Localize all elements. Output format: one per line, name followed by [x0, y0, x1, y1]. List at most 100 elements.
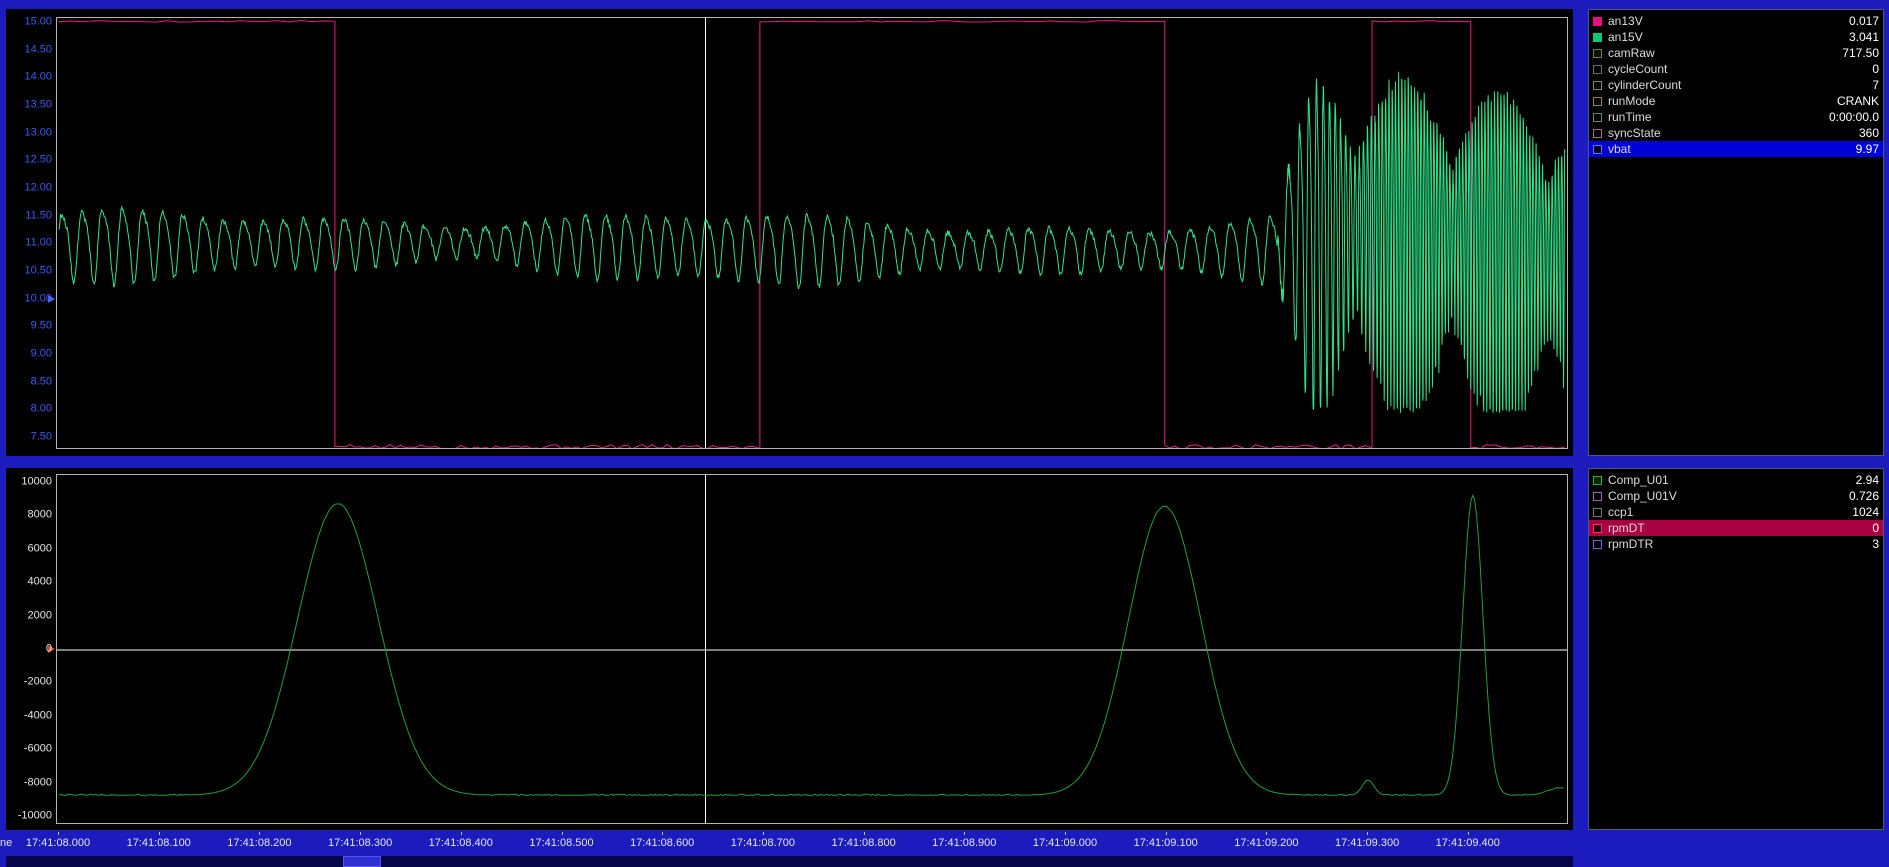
- legend-row-rpmDTR[interactable]: rpmDTR3: [1589, 536, 1883, 552]
- legend-row-an13V[interactable]: an13V0.017: [1589, 13, 1883, 29]
- channel-label: runTime: [1608, 110, 1829, 124]
- horizontal-scrollbar[interactable]: [6, 856, 1573, 867]
- time-axis-label: 17:41:08.400: [429, 837, 493, 849]
- bottom-y-tick-label: 2000: [8, 610, 52, 621]
- top-y-tick-label: 12.50: [8, 155, 52, 166]
- channel-value: CRANK: [1837, 94, 1879, 108]
- channel-value: 9.97: [1856, 142, 1879, 156]
- legend-row-an15V[interactable]: an15V3.041: [1589, 29, 1883, 45]
- bottom-y-tick-label: 4000: [8, 577, 52, 588]
- bottom-y-tick-label: -10000: [8, 811, 52, 822]
- top-y-tick-label: 8.00: [8, 404, 52, 415]
- bottom-y-tick-label: 0: [8, 644, 52, 655]
- time-axis-label: 17:41:09.000: [1033, 837, 1097, 849]
- time-axis-tick: [662, 832, 663, 835]
- top-y-tick-label: 10.50: [8, 265, 52, 276]
- top-y-tick-label: 8.50: [8, 376, 52, 387]
- channel-value: 360: [1859, 126, 1879, 140]
- channel-label: cycleCount: [1608, 62, 1872, 76]
- legend-panel-bottom: Comp_U012.94Comp_U01V0.726ccp11024rpmDT0…: [1588, 468, 1884, 830]
- bottom-y-tick-label: -4000: [8, 710, 52, 721]
- legend-row-cylinderCount[interactable]: cylinderCount7: [1589, 77, 1883, 93]
- channel-value: 7: [1872, 78, 1879, 92]
- legend-row-rpmDT[interactable]: rpmDT0: [1589, 520, 1883, 536]
- channel-label: an13V: [1608, 14, 1849, 28]
- legend-panel-top: an13V0.017an15V3.041camRaw717.50cycleCou…: [1588, 9, 1884, 456]
- time-axis-tick: [159, 832, 160, 835]
- channel-label: rpmDTR: [1608, 537, 1872, 551]
- channel-value: 0:00:00.0: [1829, 110, 1879, 124]
- legend-row-runMode[interactable]: runModeCRANK: [1589, 93, 1883, 109]
- time-axis-tick: [259, 832, 260, 835]
- channel-label: Comp_U01: [1608, 473, 1856, 487]
- time-axis-label: 17:41:08.900: [932, 837, 996, 849]
- top-y-tick-label: 7.50: [8, 431, 52, 442]
- time-axis-label: 17:41:08.100: [127, 837, 191, 849]
- legend-row-vbat[interactable]: vbat9.97: [1589, 141, 1883, 157]
- top-y-tick-label: 13.00: [8, 127, 52, 138]
- bottom-y-tick-label: 6000: [8, 543, 52, 554]
- time-axis-tick: [1266, 832, 1267, 835]
- legend-row-cycleCount[interactable]: cycleCount0: [1589, 61, 1883, 77]
- channel-value: 0.726: [1849, 489, 1879, 503]
- legend-row-Comp_U01[interactable]: Comp_U012.94: [1589, 472, 1883, 488]
- legend-row-Comp_U01V[interactable]: Comp_U01V0.726: [1589, 488, 1883, 504]
- top-y-tick-label: 15.00: [8, 17, 52, 28]
- top-y-tick-label: 9.50: [8, 321, 52, 332]
- camRaw-trace: [59, 495, 1564, 795]
- channel-swatch-icon: [1593, 540, 1602, 549]
- time-axis-label: 17:41:09.300: [1335, 837, 1399, 849]
- time-axis-label: 17:41:08.000: [26, 837, 90, 849]
- bottom-chart-plot-area[interactable]: [56, 474, 1568, 824]
- channel-label: Comp_U01V: [1608, 489, 1849, 503]
- time-axis-tick: [1166, 832, 1167, 835]
- bottom-chart-canvas: [57, 475, 1567, 823]
- channel-label: syncState: [1608, 126, 1859, 140]
- legend-row-ccp1[interactable]: ccp11024: [1589, 504, 1883, 520]
- channel-swatch-icon: [1593, 113, 1602, 122]
- channel-label: an15V: [1608, 30, 1849, 44]
- scrollbar-thumb[interactable]: [343, 856, 381, 867]
- bottom-y-tick-label: -2000: [8, 677, 52, 688]
- channel-label: cylinderCount: [1608, 78, 1872, 92]
- top-y-tick-label: 10.00: [8, 293, 52, 304]
- time-axis-label: 17:41:08.600: [630, 837, 694, 849]
- channel-value: 3.041: [1849, 30, 1879, 44]
- channel-value: 1024: [1852, 505, 1879, 519]
- legend-row-camRaw[interactable]: camRaw717.50: [1589, 45, 1883, 61]
- channel-label: vbat: [1608, 142, 1856, 156]
- channel-value: 0: [1872, 521, 1879, 535]
- channel-value: 0: [1872, 62, 1879, 76]
- channel-value: 3: [1872, 537, 1879, 551]
- legend-row-syncState[interactable]: syncState360: [1589, 125, 1883, 141]
- top-y-tick-label: 14.00: [8, 72, 52, 83]
- channel-swatch-icon: [1593, 524, 1602, 533]
- channel-value: 717.50: [1842, 46, 1879, 60]
- channel-label: camRaw: [1608, 46, 1842, 60]
- time-axis-tick: [562, 832, 563, 835]
- bottom-y-tick-label: 8000: [8, 510, 52, 521]
- legend-row-runTime[interactable]: runTime0:00:00.0: [1589, 109, 1883, 125]
- bottom-y-tick-label: 10000: [8, 477, 52, 488]
- channel-value: 2.94: [1856, 473, 1879, 487]
- top-y-tick-label: 13.50: [8, 99, 52, 110]
- time-axis-tick: [58, 832, 59, 835]
- time-axis-label: 17:41:09.200: [1234, 837, 1298, 849]
- bottom-y-tick-label: -8000: [8, 777, 52, 788]
- top-chart-plot-area[interactable]: [56, 17, 1568, 449]
- channel-swatch-icon: [1593, 492, 1602, 501]
- time-axis-label: 17:41:08.500: [529, 837, 593, 849]
- channel-swatch-icon: [1593, 508, 1602, 517]
- top-chart-panel: 15.0014.5014.0013.5013.0012.5012.0011.50…: [6, 9, 1573, 456]
- top-y-tick-label: 12.00: [8, 182, 52, 193]
- channel-swatch-icon: [1593, 145, 1602, 154]
- time-axis-label: 17:41:08.200: [227, 837, 291, 849]
- top-y-tick-label: 9.00: [8, 348, 52, 359]
- channel-swatch-icon: [1593, 33, 1602, 42]
- time-axis-label: 17:41:09.400: [1436, 837, 1500, 849]
- channel-label: rpmDT: [1608, 521, 1872, 535]
- an15V-trace: [59, 72, 1565, 413]
- time-axis-tick: [360, 832, 361, 835]
- time-axis: ne 17:41:08.00017:41:08.10017:41:08.2001…: [6, 832, 1573, 854]
- time-axis-tick: [1367, 832, 1368, 835]
